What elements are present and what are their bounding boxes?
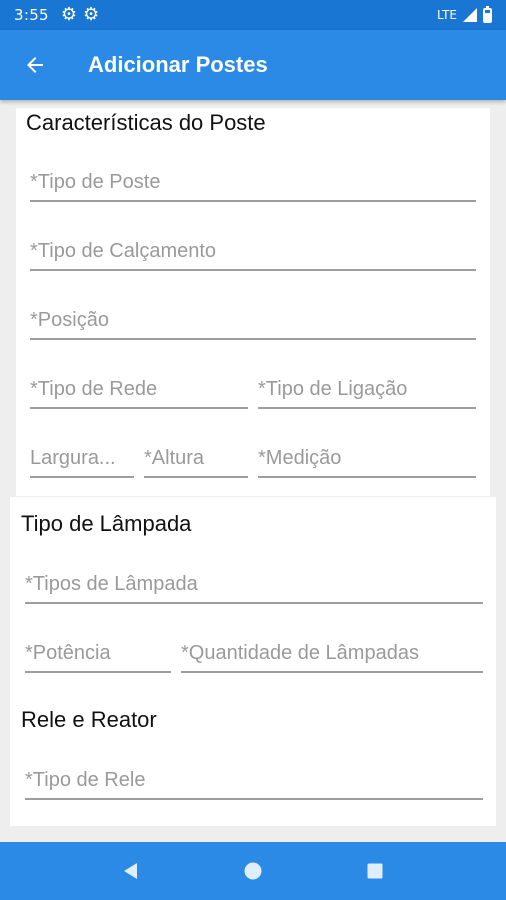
recents-square-icon [367,863,383,879]
potencia-field[interactable]: *Potência [25,641,171,673]
gear-icon: ⚙ [83,4,100,25]
poste-section-title: Características do Poste [26,110,266,135]
back-button[interactable] [0,30,70,100]
tipo-poste-field[interactable]: *Tipo de Poste [30,170,476,202]
lampada-section-card: Tipo de Lâmpada *Tipos de Lâmpada *Potên… [10,497,496,693]
medicao-field[interactable]: *Medição [258,446,476,478]
altura-field[interactable]: *Altura [144,446,248,478]
gear-icon: ⚙ [60,4,78,25]
arrow-left-icon [27,57,43,73]
posicao-field[interactable]: *Posição [30,308,476,340]
navigation-bar [0,842,506,900]
status-bar: 3:55 ⚙ ⚙ LTE [0,0,506,30]
signal-icon [463,8,477,22]
rele-section-title: Rele e Reator [21,707,157,732]
tipo-rede-field[interactable]: *Tipo de Rede [30,377,248,409]
tipos-lampada-field[interactable]: *Tipos de Lâmpada [25,572,483,604]
tipo-rele-field[interactable]: *Tipo de Rele [25,768,483,800]
nav-back-button[interactable] [111,851,151,891]
home-circle-icon [244,862,262,880]
nav-home-button[interactable] [233,851,273,891]
rele-section-card: Rele e Reator *Tipo de Rele [10,693,496,826]
battery-icon [483,5,492,23]
lampada-section-title: Tipo de Lâmpada [21,511,192,536]
page-title: Adicionar Postes [88,52,268,77]
tipo-calcamento-field[interactable]: *Tipo de Calçamento [30,239,476,271]
nav-recents-button[interactable] [355,851,395,891]
back-triangle-icon [124,863,137,879]
network-type: LTE [437,8,457,22]
poste-section-card: Características do Poste *Tipo de Poste … [16,108,490,496]
tipo-ligacao-field[interactable]: *Tipo de Ligação [258,377,476,409]
status-time: 3:55 [14,6,49,24]
quantidade-lampadas-field[interactable]: *Quantidade de Lâmpadas [181,641,483,673]
app-bar: Adicionar Postes [0,30,506,100]
largura-field[interactable]: Largura... [30,446,134,478]
